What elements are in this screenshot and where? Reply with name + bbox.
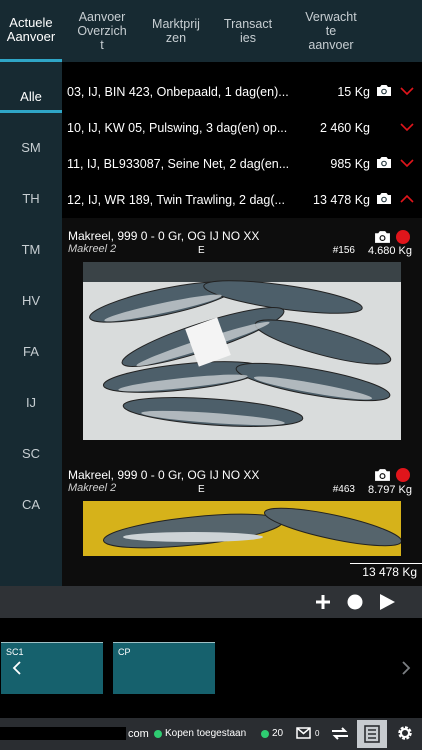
kopen-status: Kopen toegestaan bbox=[165, 728, 247, 739]
lot-photo[interactable] bbox=[83, 262, 401, 440]
sidebar-item-tm[interactable]: TM bbox=[0, 242, 62, 257]
station-strip: SC1 CP bbox=[0, 618, 422, 718]
supply-row[interactable]: 12, IJ, WR 189, Twin Trawling, 2 dag(...… bbox=[62, 182, 422, 218]
action-bar bbox=[0, 586, 422, 618]
sidebar-item-hv[interactable]: HV bbox=[0, 293, 62, 308]
supply-list: 03, IJ, BIN 423, Onbepaald, 1 dag(en)...… bbox=[62, 74, 422, 218]
record-icon[interactable] bbox=[346, 593, 364, 611]
supply-row-description: 11, IJ, BL933087, Seine Net, 2 dag(en... bbox=[67, 157, 290, 171]
supply-row-description: 03, IJ, BIN 423, Onbepaald, 1 dag(en)... bbox=[67, 85, 289, 99]
sidebar-active-indicator bbox=[0, 110, 62, 113]
lot-weight: 8.797 Kg bbox=[367, 484, 412, 496]
mail-count: 0 bbox=[315, 729, 320, 738]
redacted-account bbox=[0, 727, 126, 740]
supply-row-description: 12, IJ, WR 189, Twin Trawling, 2 dag(... bbox=[67, 193, 285, 207]
chevron-up-icon[interactable] bbox=[400, 194, 414, 204]
sidebar-item-fa[interactable]: FA bbox=[0, 344, 62, 359]
lot-total-weight: 13 478 Kg bbox=[362, 565, 417, 579]
connection-count: 20 bbox=[272, 728, 284, 739]
lot-number: #463 bbox=[332, 484, 355, 495]
sidebar-item-ca[interactable]: CA bbox=[0, 497, 62, 512]
sync-icon[interactable] bbox=[330, 725, 350, 742]
supply-row-weight: 2 460 Kg bbox=[319, 121, 370, 135]
camera-icon[interactable] bbox=[374, 230, 391, 244]
chevron-right-icon[interactable] bbox=[401, 661, 411, 675]
online-dot-icon bbox=[154, 730, 162, 738]
fish-photo-image bbox=[83, 262, 401, 440]
station-label: CP bbox=[118, 647, 131, 657]
status-dot bbox=[396, 230, 410, 244]
camera-icon[interactable] bbox=[374, 468, 391, 482]
lot-grade: E bbox=[198, 245, 205, 256]
lot-photo[interactable] bbox=[83, 501, 401, 556]
total-divider bbox=[350, 563, 422, 564]
lot-title: Makreel, 999 0 - 0 Gr, OG IJ NO XX bbox=[68, 468, 260, 482]
connection-dot-icon bbox=[261, 730, 269, 738]
tab-aanvoer-overzicht[interactable]: Aanvoer Overzich t bbox=[62, 0, 142, 62]
status-bar: com Kopen toegestaan 20 0 bbox=[0, 718, 422, 750]
station-label: SC1 bbox=[6, 647, 24, 657]
tab-actuele-aanvoer[interactable]: Actuele Aanvoer bbox=[0, 0, 62, 62]
lot-detail-panel: Makreel, 999 0 - 0 Gr, OG IJ NO XX Makre… bbox=[62, 218, 422, 586]
sidebar-item-sm[interactable]: SM bbox=[0, 140, 62, 155]
sidebar-item-ij[interactable]: IJ bbox=[0, 395, 62, 410]
lot-grade: E bbox=[198, 484, 205, 495]
domain-suffix: com bbox=[128, 728, 149, 740]
supply-row[interactable]: 03, IJ, BIN 423, Onbepaald, 1 dag(en)...… bbox=[62, 74, 422, 110]
app: Actuele Aanvoer Aanvoer Overzich t Markt… bbox=[0, 0, 422, 750]
supply-row[interactable]: 11, IJ, BL933087, Seine Net, 2 dag(en...… bbox=[62, 146, 422, 182]
camera-icon[interactable] bbox=[376, 84, 392, 97]
lot-weight: 4.680 Kg bbox=[367, 245, 412, 257]
document-list-icon bbox=[364, 725, 380, 743]
chevron-down-icon[interactable] bbox=[400, 86, 414, 96]
add-icon[interactable] bbox=[314, 593, 332, 611]
chevron-down-icon[interactable] bbox=[400, 122, 414, 132]
supply-row[interactable]: 10, IJ, KW 05, Pulswing, 3 dag(en) op...… bbox=[62, 110, 422, 146]
station-tile[interactable]: SC1 bbox=[1, 642, 103, 694]
supply-row-weight: 15 Kg bbox=[337, 85, 370, 99]
play-icon[interactable] bbox=[378, 593, 396, 611]
top-tabs: Actuele Aanvoer Aanvoer Overzich t Markt… bbox=[0, 0, 422, 62]
status-dot bbox=[396, 468, 410, 482]
list-view-button[interactable] bbox=[357, 720, 387, 748]
lot-number: #156 bbox=[332, 245, 355, 256]
lot-title: Makreel, 999 0 - 0 Gr, OG IJ NO XX bbox=[68, 229, 260, 243]
sidebar-item-sc[interactable]: SC bbox=[0, 446, 62, 461]
supply-row-description: 10, IJ, KW 05, Pulswing, 3 dag(en) op... bbox=[67, 121, 288, 135]
sidebar-item-alle[interactable]: Alle bbox=[0, 89, 62, 104]
gear-icon[interactable] bbox=[396, 724, 414, 742]
mail-icon[interactable] bbox=[296, 727, 311, 739]
sidebar-item-th[interactable]: TH bbox=[0, 191, 62, 206]
camera-icon[interactable] bbox=[376, 156, 392, 169]
tab-verwachte-aanvoer[interactable]: Verwacht te aanvoer bbox=[286, 0, 376, 62]
supply-row-weight: 985 Kg bbox=[330, 157, 370, 171]
supply-row-weight: 13 478 Kg bbox=[313, 193, 370, 207]
tab-marktprijzen[interactable]: Marktprij zen bbox=[142, 0, 210, 62]
camera-icon[interactable] bbox=[376, 192, 392, 205]
tab-transacties[interactable]: Transact ies bbox=[210, 0, 286, 62]
fish-photo-image bbox=[83, 501, 401, 556]
lot-subtitle: Makreel 2 bbox=[68, 482, 117, 494]
auction-sidebar: Alle SM TH TM HV FA IJ SC CA bbox=[0, 62, 62, 586]
station-tile[interactable]: CP bbox=[113, 642, 215, 694]
chevron-down-icon[interactable] bbox=[400, 158, 414, 168]
lot-subtitle: Makreel 2 bbox=[68, 243, 117, 255]
chevron-left-icon[interactable] bbox=[12, 661, 22, 675]
